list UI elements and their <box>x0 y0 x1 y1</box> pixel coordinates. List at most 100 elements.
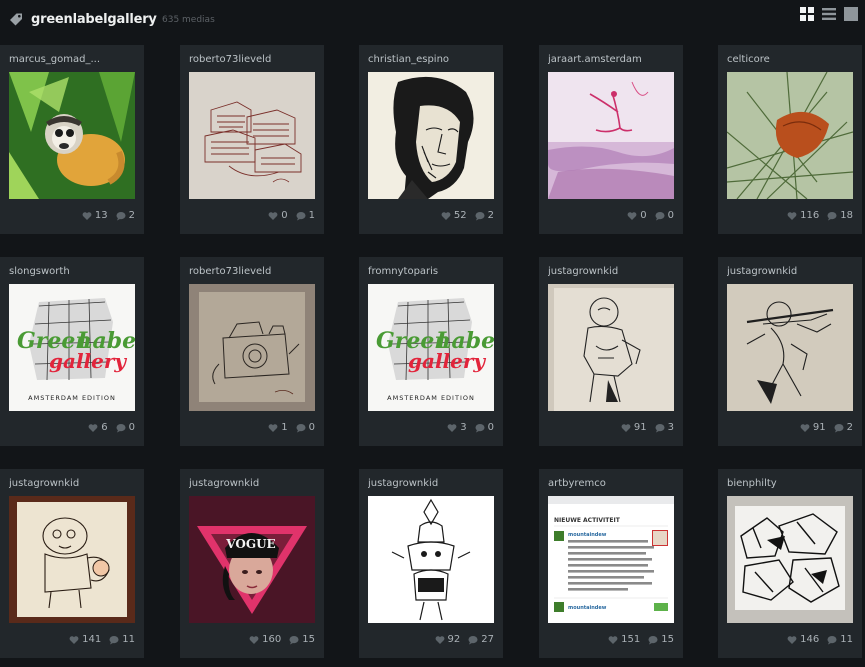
likes[interactable]: 116 <box>787 210 819 221</box>
likes[interactable]: 52 <box>441 210 467 221</box>
like-count: 92 <box>447 634 461 645</box>
likes[interactable]: 91 <box>621 422 647 433</box>
gallery-name[interactable]: greenlabelgallery <box>31 12 157 27</box>
comment-icon <box>475 423 485 432</box>
tile-username[interactable]: justagrownkid <box>189 478 317 489</box>
tile-stats: 6 0 <box>88 422 135 433</box>
tile-stats: 13 2 <box>82 210 135 221</box>
tile-stats: 160 15 <box>249 634 315 645</box>
likes[interactable]: 151 <box>608 634 640 645</box>
tile-username[interactable]: justagrownkid <box>727 266 855 277</box>
likes[interactable]: 0 <box>268 210 288 221</box>
likes[interactable]: 3 <box>447 422 467 433</box>
heart-icon <box>447 423 457 432</box>
comments[interactable]: 15 <box>289 634 315 645</box>
media-tile[interactable]: justagrownkid VOGUE 160 15 <box>180 469 324 658</box>
likes[interactable]: 13 <box>82 210 108 221</box>
likes[interactable]: 91 <box>800 422 826 433</box>
media-tile[interactable]: celticore 116 18 <box>718 45 862 234</box>
tile-username[interactable]: bienphilty <box>727 478 855 489</box>
comments[interactable]: 2 <box>475 210 494 221</box>
tile-username[interactable]: roberto73lieveld <box>189 54 317 65</box>
likes[interactable]: 160 <box>249 634 281 645</box>
heart-icon <box>627 211 637 220</box>
tile-username[interactable]: christian_espino <box>368 54 496 65</box>
comments[interactable]: 15 <box>648 634 674 645</box>
comments[interactable]: 1 <box>296 210 315 221</box>
comments[interactable]: 27 <box>468 634 494 645</box>
media-tile[interactable]: jaraart.amsterdam 0 0 <box>539 45 683 234</box>
comment-icon <box>289 635 299 644</box>
comments[interactable]: 0 <box>296 422 315 433</box>
like-count: 6 <box>101 422 108 433</box>
media-thumbnail[interactable] <box>727 72 853 199</box>
media-thumbnail[interactable]: NIEUWE ACTIVITEIT mountaindew mountainde… <box>548 496 674 623</box>
single-view-icon[interactable] <box>843 6 859 22</box>
tile-username[interactable]: justagrownkid <box>368 478 496 489</box>
media-thumbnail[interactable] <box>189 72 315 199</box>
tile-username[interactable]: marcus_gomad_... <box>9 54 137 65</box>
comment-count: 15 <box>302 634 315 645</box>
comments[interactable]: 0 <box>655 210 674 221</box>
likes[interactable]: 146 <box>787 634 819 645</box>
comments[interactable]: 0 <box>116 422 135 433</box>
comments[interactable]: 11 <box>827 634 853 645</box>
heart-icon <box>787 211 797 220</box>
media-thumbnail[interactable] <box>9 496 135 623</box>
likes[interactable]: 92 <box>435 634 461 645</box>
comment-icon <box>827 635 837 644</box>
media-tile[interactable]: artbyremco NIEUWE ACTIVITEIT mountaindew <box>539 469 683 658</box>
comments[interactable]: 2 <box>834 422 853 433</box>
media-thumbnail[interactable]: Green Label gallery AMSTERDAM EDITION <box>9 284 135 411</box>
media-thumbnail[interactable]: Green Label gallery AMSTERDAM EDITION <box>368 284 494 411</box>
likes[interactable]: 6 <box>88 422 108 433</box>
tile-username[interactable]: jaraart.amsterdam <box>548 54 676 65</box>
media-thumbnail[interactable] <box>727 284 853 411</box>
tile-username[interactable]: artbyremco <box>548 478 676 489</box>
media-tile[interactable]: roberto73lieveld 0 1 <box>180 45 324 234</box>
media-thumbnail[interactable] <box>189 284 315 411</box>
media-thumbnail[interactable] <box>727 496 853 623</box>
comment-icon <box>834 423 844 432</box>
tile-stats: 151 15 <box>608 634 674 645</box>
tile-stats: 1 0 <box>268 422 315 433</box>
media-tile[interactable]: justagrownkid 92 27 <box>359 469 503 658</box>
comments[interactable]: 3 <box>655 422 674 433</box>
media-tile[interactable]: bienphilty 146 11 <box>718 469 862 658</box>
tag-icon <box>10 13 22 26</box>
media-tile[interactable]: marcus_gomad_... 13 2 <box>0 45 144 234</box>
likes[interactable]: 0 <box>627 210 647 221</box>
tile-username[interactable]: justagrownkid <box>548 266 676 277</box>
media-tile[interactable]: fromnytoparis Green Label gallery AMSTER… <box>359 257 503 446</box>
comments[interactable]: 11 <box>109 634 135 645</box>
heart-icon <box>787 635 797 644</box>
tile-username[interactable]: roberto73lieveld <box>189 266 317 277</box>
media-tile[interactable]: justagrownkid 91 3 <box>539 257 683 446</box>
media-tile[interactable]: justagrownkid 141 11 <box>0 469 144 658</box>
media-tile[interactable]: slongsworth Green Label gallery AMSTERDA… <box>0 257 144 446</box>
tile-username[interactable]: justagrownkid <box>9 478 137 489</box>
grid-view-icon[interactable] <box>799 6 815 22</box>
comment-icon <box>109 635 119 644</box>
tile-username[interactable]: slongsworth <box>9 266 137 277</box>
comments[interactable]: 0 <box>475 422 494 433</box>
likes[interactable]: 141 <box>69 634 101 645</box>
comment-count: 0 <box>487 422 494 433</box>
likes[interactable]: 1 <box>268 422 288 433</box>
media-thumbnail[interactable] <box>548 72 674 199</box>
tile-username[interactable]: fromnytoparis <box>368 266 496 277</box>
media-tile[interactable]: christian_espino 52 2 <box>359 45 503 234</box>
media-tile[interactable]: roberto73lieveld 1 0 <box>180 257 324 446</box>
like-count: 0 <box>640 210 647 221</box>
media-thumbnail[interactable] <box>548 284 674 411</box>
list-view-icon[interactable] <box>821 6 837 22</box>
comments[interactable]: 2 <box>116 210 135 221</box>
media-thumbnail[interactable] <box>368 72 494 199</box>
media-thumbnail[interactable] <box>368 496 494 623</box>
media-thumbnail[interactable] <box>9 72 135 199</box>
media-thumbnail[interactable]: VOGUE <box>189 496 315 623</box>
comments[interactable]: 18 <box>827 210 853 221</box>
tile-username[interactable]: celticore <box>727 54 855 65</box>
svg-text:gallery: gallery <box>49 349 127 373</box>
media-tile[interactable]: justagrownkid 91 2 <box>718 257 862 446</box>
